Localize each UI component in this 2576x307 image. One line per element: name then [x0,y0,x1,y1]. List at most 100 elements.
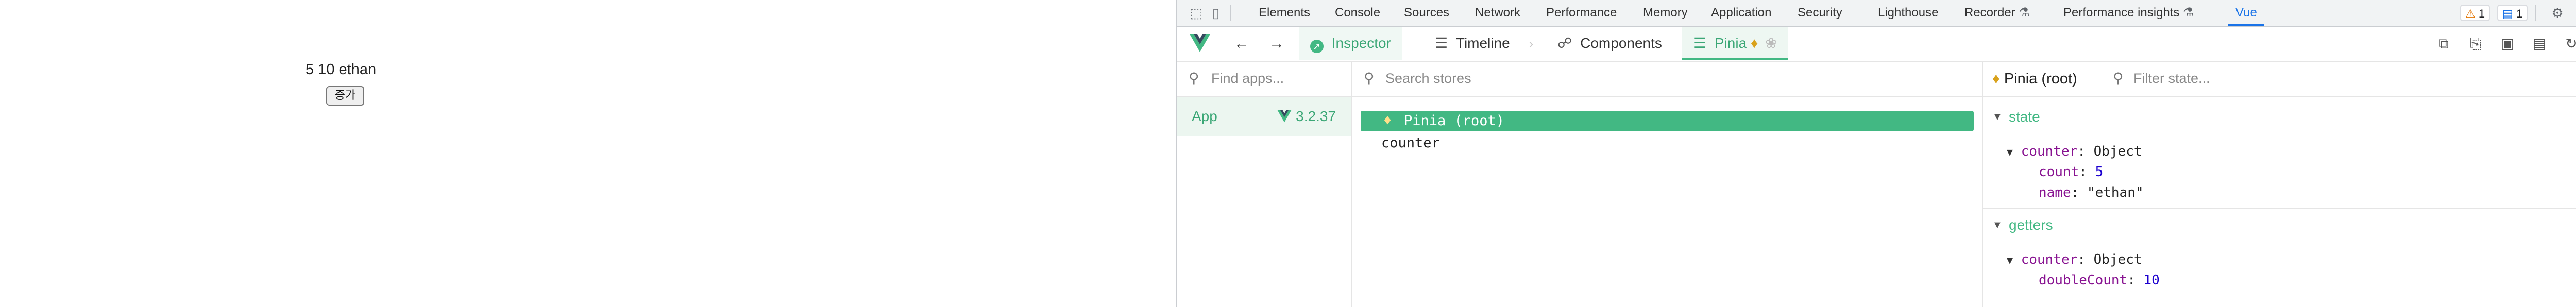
refresh-icon[interactable]: ↻ [2564,37,2576,51]
state-section-label: state [2009,109,2040,125]
getters-section-label: getters [2009,217,2053,233]
key-separator: : [2079,164,2095,180]
filter-state-input[interactable] [2133,68,2494,89]
tab-lighthouse[interactable]: Lighthouse [1878,0,1938,26]
property-value: 5 [2095,164,2104,180]
tab-recorder-label: Recorder [1964,6,2015,20]
find-apps-input[interactable] [1211,68,1345,89]
tab-inspector-label: Inspector [1331,35,1391,51]
search-icon: ⚲ [1189,70,1199,86]
increment-button[interactable]: 증가 [326,86,364,106]
folder-icon[interactable]: ▤ [2532,37,2547,51]
devtools-panel: ⬚ ▯ Elements Console Sources Network Per… [1176,0,2576,307]
back-arrow-icon[interactable]: ← [1234,27,1249,61]
getter-doublecount-row[interactable]: doubleCount: 10 [2039,270,2160,291]
tab-performance-insights[interactable]: Performance insights ⚗ [2063,0,2194,26]
property-value: 10 [2143,272,2160,288]
stores-search-row: ⚲ [1352,62,1982,97]
save-icon[interactable]: ▣ [2500,37,2515,51]
object-key: counter [2021,252,2078,267]
key-separator: : [2127,272,2144,288]
collapse-arrow-icon: ▼ [1992,219,2003,231]
flask-icon: ⚗ [2183,6,2194,20]
flask-icon: ⚗ [2019,6,2030,20]
compass-icon: ➚ [1310,40,1324,53]
toolbar-divider [1230,5,1231,21]
tab-timeline[interactable]: ☰ Timeline [1423,27,1521,60]
property-value: "ethan" [2087,185,2144,200]
expand-arrow-icon: ▼ [2007,254,2013,266]
state-section-header[interactable]: ▼ state [1983,104,2576,130]
timeline-icon: ☰ [1435,35,1448,51]
apps-pane: ⚲ App 3.2.37 [1177,62,1352,307]
tab-pinia[interactable]: ☰ Pinia ♦ ❀ [1682,27,1789,60]
store-item-pinia-root[interactable]: ♦ Pinia (root) [1361,111,1974,131]
state-object-row[interactable]: ▼ counter: Object [2007,141,2142,162]
clipboard-icon[interactable]: ⎘ [2468,37,2483,51]
app-version-label: 3.2.37 [1296,108,1336,124]
tab-elements[interactable]: Elements [1259,0,1310,26]
tab-application[interactable]: Application [1711,0,1771,26]
property-key: name [2039,185,2071,200]
object-key: counter [2021,144,2078,159]
tab-inspector[interactable]: ➚ Inspector [1299,27,1402,60]
messages-badge[interactable]: ▤ 1 [2497,5,2528,21]
tab-console[interactable]: Console [1335,0,1380,26]
forward-arrow-icon[interactable]: → [1269,27,1284,61]
expand-arrow-icon: ▼ [2007,146,2013,158]
object-type: Object [2093,144,2142,159]
state-count-row[interactable]: count: 5 [2039,162,2103,182]
device-toolbar-icon[interactable]: ▯ [1208,5,1224,21]
vue-logo-icon [1190,34,1210,52]
getters-section-header[interactable]: ▼ getters [1983,212,2576,238]
section-divider [1983,208,2576,209]
search-icon: ⚲ [2113,70,2124,86]
devtools-tabbar: ⬚ ▯ Elements Console Sources Network Per… [1177,0,2576,27]
message-icon: ▤ [2502,7,2513,20]
app-name: App [1192,108,1217,124]
chevron-right-icon: › [1529,36,1534,52]
warnings-badge[interactable]: ⚠ 1 [2460,5,2490,21]
stores-pane: ⚲ ♦ Pinia (root) counter [1352,62,1983,307]
search-icon: ⚲ [1364,70,1375,86]
tab-network[interactable]: Network [1475,0,1520,26]
pineapple-icon: ♦ [1383,113,1392,129]
search-stores-input[interactable] [1385,68,1952,89]
more-vertical-icon[interactable]: ⋮ [2573,5,2576,21]
getters-object-row[interactable]: ▼ counter: Object [2007,249,2142,270]
pineapple-icon: ♦ [1750,35,1758,51]
list-icon: ☰ [1693,35,1707,51]
tab-security[interactable]: Security [1798,0,1842,26]
inspect-element-icon[interactable]: ⬚ [1189,5,1204,21]
vue-devtools-toolbar: ← → ➚ Inspector ☰ Timeline › ☍ Component… [1177,27,2576,62]
key-separator: : [2077,252,2094,267]
state-pane: ♦ Pinia (root) ⚲ ↺ ▼ state ▼ counter: Ob… [1983,62,2576,307]
tab-sources[interactable]: Sources [1404,0,1449,26]
tab-components-label: Components [1580,35,1662,51]
settings-gear-icon[interactable]: ⚙ [2550,5,2565,21]
tab-vue[interactable]: Vue [2228,0,2264,26]
app-list-item[interactable]: App 3.2.37 [1177,97,1351,136]
tab-performance[interactable]: Performance [1546,0,1617,26]
selected-store-label: Pinia (root) [2004,71,2077,87]
tab-performance-insights-label: Performance insights [2063,6,2180,20]
property-key: count [2039,164,2079,180]
store-item-label: Pinia (root) [1404,113,1505,129]
object-type: Object [2093,252,2142,267]
vue-logo-icon [1278,110,1292,123]
copy-icon[interactable]: ⧉ [2436,37,2451,51]
tab-memory[interactable]: Memory [1643,0,1688,26]
state-name-row[interactable]: name: "ethan" [2039,182,2144,203]
plugin-puzzle-icon: ❀ [1765,35,1777,51]
store-item-counter[interactable]: counter [1381,133,1440,154]
property-key: doubleCount [2039,272,2128,288]
tab-components[interactable]: ☍ Components [1546,27,1673,60]
apps-search-row: ⚲ [1177,62,1351,97]
state-header-row: ♦ Pinia (root) ⚲ ↺ [1983,62,2576,97]
selected-store-title: ♦ Pinia (root) [1992,62,2077,96]
tab-pinia-label: Pinia [1714,35,1747,51]
warnings-count: 1 [2478,7,2485,20]
messages-count: 1 [2516,7,2523,20]
collapse-arrow-icon: ▼ [1992,111,2003,123]
tab-recorder[interactable]: Recorder ⚗ [1964,0,2030,26]
